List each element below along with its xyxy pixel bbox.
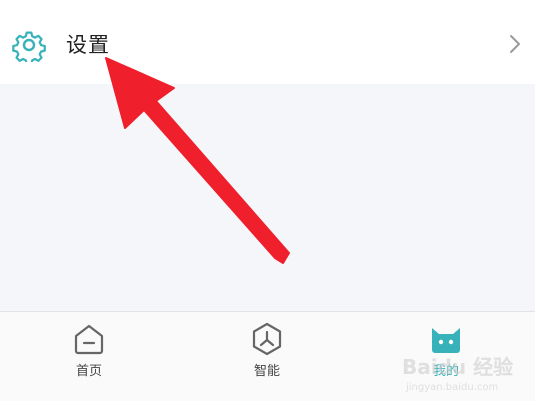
gear-icon [12,31,46,62]
content-area [0,84,535,311]
bottom-tab-bar: 首页 智能 我的 [0,311,535,401]
chevron-right-icon [510,35,520,53]
profile-icon [432,328,460,353]
tab-home-label: 首页 [75,364,102,379]
tab-profile-label: 我的 [432,364,459,379]
tab-smart-label: 智能 [253,364,280,379]
tab-smart[interactable]: 智能 [178,312,356,401]
smart-icon [252,322,282,356]
tab-home[interactable]: 首页 [0,312,178,401]
settings-label: 设置 [66,33,110,57]
settings-row[interactable]: 设置 [0,0,535,84]
home-icon [74,324,104,355]
tab-profile[interactable]: 我的 [357,312,535,401]
